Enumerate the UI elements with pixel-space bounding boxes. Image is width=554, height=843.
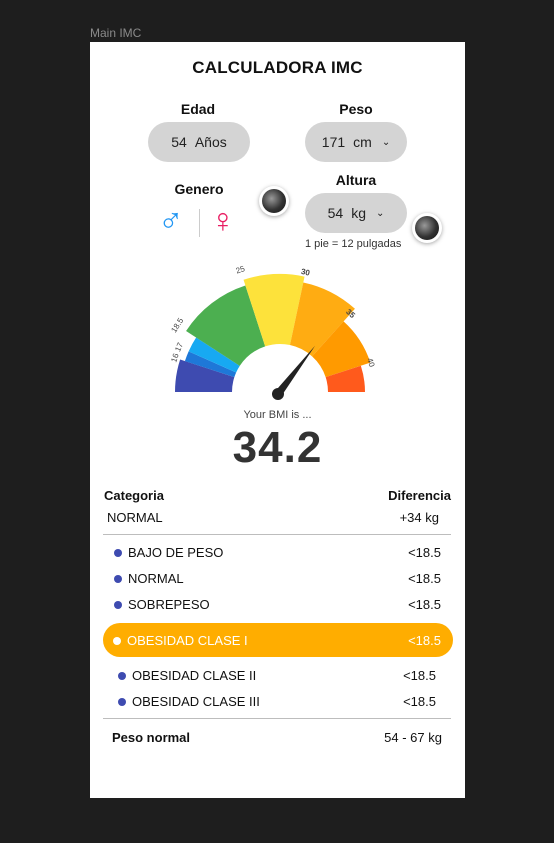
gauge-tick-label: 40 — [365, 357, 376, 369]
gauge-needle-hub — [272, 388, 284, 400]
list-item: BAJO DE PESO — [114, 545, 223, 560]
altura-unit: kg — [351, 205, 366, 221]
bmi-gauge: 161718.525 303540 — [169, 264, 377, 400]
page-title: CALCULADORA IMC — [192, 58, 363, 77]
edad-unit: Años — [194, 134, 227, 150]
peso-selector[interactable]: 171 cm ⌄ — [305, 122, 407, 162]
male-icon[interactable]: ♂ — [158, 204, 184, 238]
list-item: OBESIDAD CLASE III — [118, 694, 260, 709]
bmi-calculator-screen: CALCULADORA IMC Edad 54 Años Peso 171 cm… — [90, 42, 465, 798]
bullet-icon — [114, 548, 122, 557]
gauge-tick-label: 18.5 — [169, 316, 185, 334]
altura-value: 54 — [327, 205, 344, 221]
divider — [103, 718, 451, 719]
highlighted-category-value: <18.5 — [408, 633, 441, 648]
altura-selector[interactable]: 54 kg ⌄ — [305, 193, 407, 233]
current-difference: +34 kg — [399, 510, 439, 525]
gauge-tick-label: 30 — [300, 267, 311, 278]
normal-weight-label: Peso normal — [112, 730, 191, 745]
chevron-down-icon: ⌄ — [381, 136, 391, 148]
frame-label: Main IMC — [90, 26, 142, 40]
altura-hint: 1 pie = 12 pulgadas — [305, 238, 402, 250]
list-item-value: <18.5 — [403, 668, 436, 683]
avatar — [412, 213, 442, 243]
bullet-icon — [118, 671, 126, 680]
normal-weight-value: 54 - 67 kg — [384, 730, 442, 745]
gauge-tick-label: 25 — [235, 264, 247, 275]
list-item-value: <18.5 — [408, 597, 441, 612]
genero-label: Genero — [174, 181, 224, 197]
bullet-icon — [113, 636, 121, 645]
diferencia-header: Diferencia — [388, 488, 451, 503]
peso-value: 171 — [321, 134, 346, 150]
list-item: OBESIDAD CLASE II — [118, 668, 256, 683]
divider — [103, 534, 451, 535]
bullet-icon — [114, 574, 122, 583]
list-item: NORMAL — [114, 571, 184, 586]
current-category: NORMAL — [107, 510, 163, 525]
list-item-value: <18.5 — [403, 694, 436, 709]
chevron-down-icon: ⌄ — [375, 207, 385, 219]
gauge-tick-label: 17 — [173, 341, 185, 353]
list-item: SOBREPESO — [114, 597, 210, 612]
edad-value: 54 — [171, 134, 187, 150]
gauge-tick-label: 16 — [169, 352, 180, 364]
altura-label: Altura — [335, 172, 377, 188]
list-item-value: <18.5 — [408, 571, 441, 586]
female-icon[interactable]: ♀ — [210, 204, 236, 238]
bmi-result-value: 34.2 — [232, 423, 323, 472]
peso-label: Peso — [339, 101, 373, 117]
edad-label: Edad — [180, 101, 216, 117]
gender-divider — [199, 209, 200, 237]
bmi-result-label: Your BMI is ... — [243, 409, 312, 421]
categoria-header: Categoria — [104, 488, 164, 503]
avatar — [259, 186, 289, 216]
list-item-value: <18.5 — [408, 545, 441, 560]
highlighted-category-row: OBESIDAD CLASE I <18.5 — [103, 623, 453, 657]
bullet-icon — [118, 697, 126, 706]
bullet-icon — [114, 600, 122, 609]
edad-selector[interactable]: 54 Años — [148, 122, 250, 162]
peso-unit: cm — [353, 134, 372, 150]
highlighted-category-name: OBESIDAD CLASE I — [127, 633, 248, 648]
